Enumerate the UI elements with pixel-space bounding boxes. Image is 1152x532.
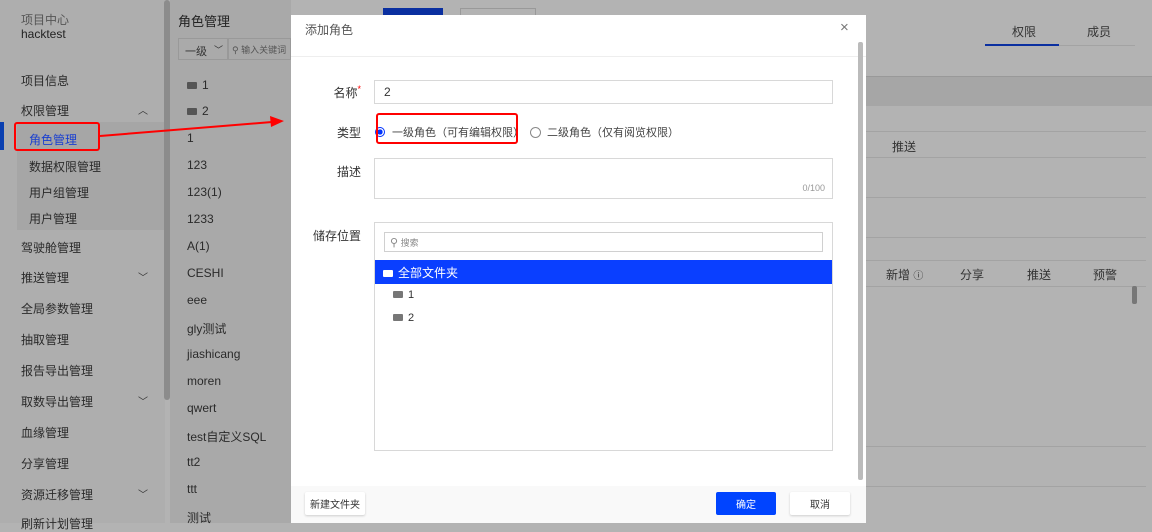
annotation-arrow (99, 116, 284, 137)
